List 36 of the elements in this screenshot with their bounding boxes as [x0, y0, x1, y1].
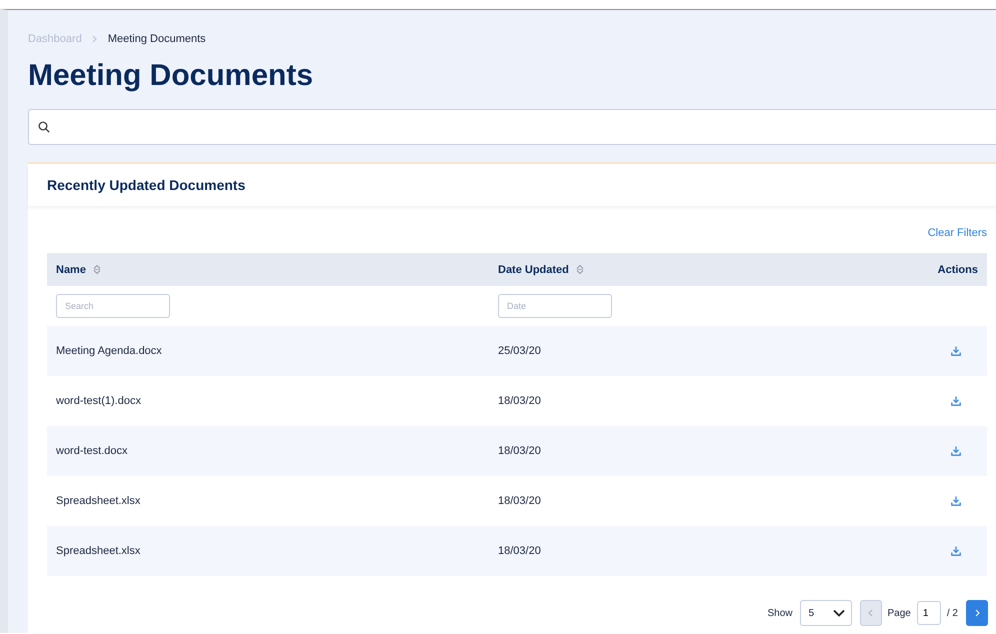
- column-header[interactable]: Date Updated: [498, 264, 569, 276]
- chevron-left-icon: [868, 609, 874, 617]
- page-label: Page: [888, 608, 911, 618]
- column-header: Actions: [938, 264, 978, 276]
- card-title: Recently Updated Documents: [47, 177, 246, 193]
- download-icon[interactable]: [951, 346, 961, 356]
- download-icon[interactable]: [951, 446, 961, 456]
- search-icon: [38, 121, 50, 133]
- download-icon[interactable]: [951, 496, 961, 506]
- table-cell: Meeting Agenda.docx: [56, 345, 162, 357]
- next-page-button[interactable]: [966, 600, 988, 626]
- chevron-right-icon: [974, 609, 980, 617]
- page-title: Meeting Documents: [28, 58, 314, 94]
- chevron-icon: [92, 35, 98, 43]
- download-icon[interactable]: [951, 546, 961, 556]
- page-size-dropdown[interactable]: 5: [800, 600, 852, 626]
- show-label: Show: [768, 608, 793, 618]
- table-cell: 18/03/20: [498, 545, 541, 557]
- table-cell: 18/03/20: [498, 495, 541, 507]
- chevron-down-icon: [832, 609, 845, 617]
- table-cell: word-test.docx: [56, 445, 128, 457]
- clear-filters-link[interactable]: Clear Filters: [928, 227, 987, 239]
- breadcrumb-item: Meeting Documents: [108, 33, 206, 45]
- filter-field[interactable]: Search: [56, 294, 170, 318]
- page-total: / 2: [946, 608, 958, 618]
- filter-field[interactable]: Date: [498, 294, 612, 318]
- search-field[interactable]: [28, 109, 996, 145]
- table-cell: Spreadsheet.xlsx: [56, 545, 140, 557]
- download-icon[interactable]: [951, 396, 961, 406]
- table-cell: 25/03/20: [498, 345, 541, 357]
- page-number-field[interactable]: 1: [916, 601, 941, 625]
- table-cell: 18/03/20: [498, 395, 541, 407]
- table-cell: word-test(1).docx: [56, 395, 141, 407]
- table-cell: 18/03/20: [498, 445, 541, 457]
- table-cell: Spreadsheet.xlsx: [56, 495, 140, 507]
- column-header[interactable]: Name: [56, 264, 86, 276]
